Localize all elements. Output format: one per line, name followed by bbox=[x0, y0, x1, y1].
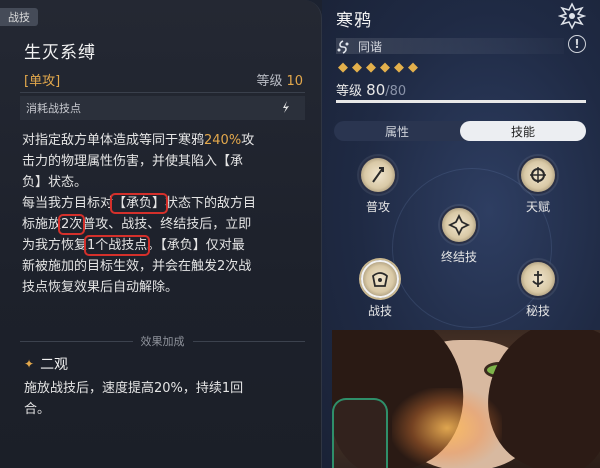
info-icon[interactable]: ! bbox=[568, 35, 586, 53]
skill-level-label: 等级 bbox=[256, 74, 283, 89]
level-label: 等级 bbox=[336, 84, 363, 99]
skill-label: 终结技 bbox=[440, 250, 477, 264]
skill-node-technique[interactable]: 秘技 bbox=[508, 260, 568, 319]
skill-detail-panel: 战技 生灭系缚 [单攻] 等级 10 消耗战技点 对指定敌方单体造成等同于寒鸦24… bbox=[0, 0, 322, 468]
desc-line: 施放战技后，速度提高20%，持续1回 bbox=[24, 381, 244, 396]
trace-heading: ✦ 二观 bbox=[24, 354, 68, 374]
level-progress-bar bbox=[336, 100, 586, 103]
path-name: 同谐 bbox=[358, 40, 383, 54]
annotation-box: 2次 bbox=[57, 214, 86, 235]
skill-cost-label: 消耗战技点 bbox=[26, 102, 81, 115]
skill-node-ultimate[interactable]: 终结技 bbox=[429, 206, 489, 265]
ultimate-icon bbox=[440, 206, 478, 244]
desc-line: 击力的物理属性伤害，并使其陷入【承 bbox=[22, 154, 244, 169]
rarity-star-icon: ◆ bbox=[380, 60, 390, 75]
skill-node-skill[interactable]: 战技 bbox=[350, 260, 410, 319]
desc-text: 普攻、战技、终结技后，立即 bbox=[82, 217, 252, 232]
basic-attack-icon bbox=[359, 156, 397, 194]
rarity-stars: ◆ ◆ ◆ ◆ ◆ ◆ bbox=[338, 60, 418, 75]
sparkle-icon: ✦ bbox=[24, 357, 35, 371]
desc-text: 。【承负】仅对最 bbox=[147, 238, 245, 253]
technique-icon bbox=[519, 260, 557, 298]
rarity-star-icon: ◆ bbox=[408, 60, 418, 75]
character-name: 寒鸦 bbox=[336, 11, 372, 31]
path-row: 同谐 bbox=[336, 38, 382, 55]
skill-name: 生灭系缚 bbox=[24, 43, 96, 63]
desc-text: 为我方恢复 bbox=[22, 238, 88, 253]
skill-label: 天赋 bbox=[525, 200, 550, 214]
level-current: 80 bbox=[366, 81, 386, 99]
skill-label: 普攻 bbox=[365, 200, 390, 214]
divider-line bbox=[192, 340, 305, 342]
desc-line: 技点恢复效果后自动解除。 bbox=[22, 280, 179, 295]
desc-text: 攻 bbox=[241, 133, 255, 148]
desc-text: 状态下的敌方目 bbox=[165, 196, 257, 211]
effect-section-title: 效果加成 bbox=[140, 335, 185, 348]
skill-node-talent[interactable]: 天赋 bbox=[508, 156, 568, 215]
character-level: 等级 80/80 bbox=[336, 80, 406, 99]
path-emblem-icon bbox=[558, 2, 586, 30]
skill-node-basic[interactable]: 普攻 bbox=[348, 156, 408, 215]
skill-description: 对指定敌方单体造成等同于寒鸦240%攻 击力的物理属性伤害，并使其陷入【承 负】… bbox=[22, 130, 308, 298]
skill-icon bbox=[361, 260, 399, 298]
skill-type-badge: [单攻] bbox=[24, 74, 61, 89]
skill-level: 等级 10 bbox=[256, 70, 303, 89]
trace-description: 施放战技后，速度提高20%，持续1回 合。 bbox=[24, 378, 304, 420]
tab-attributes[interactable]: 属性 bbox=[334, 121, 460, 141]
effect-section-divider: 效果加成 bbox=[20, 333, 305, 349]
skill-cost-row: 消耗战技点 bbox=[20, 96, 305, 120]
skill-level-value: 10 bbox=[286, 74, 303, 89]
tab-skills[interactable]: 技能 bbox=[460, 121, 586, 141]
annotation-box: 1个战技点 bbox=[84, 235, 151, 256]
divider-line bbox=[20, 340, 133, 342]
rarity-star-icon: ◆ bbox=[366, 60, 376, 75]
rarity-star-icon: ◆ bbox=[394, 60, 404, 75]
divider bbox=[20, 92, 305, 93]
trace-name: 二观 bbox=[40, 357, 69, 373]
desc-text: 对指定敌方单体造成等同于寒鸦 bbox=[22, 133, 205, 148]
rarity-star-icon: ◆ bbox=[352, 60, 362, 75]
skill-category-tag: 战技 bbox=[0, 8, 38, 26]
skill-label: 战技 bbox=[367, 304, 392, 318]
desc-text: 标施放 bbox=[22, 217, 62, 232]
rarity-star-icon: ◆ bbox=[338, 60, 348, 75]
skill-point-icon bbox=[283, 101, 289, 113]
skill-label: 秘技 bbox=[525, 304, 550, 318]
desc-text: 每当我方目标对 bbox=[22, 196, 114, 211]
harmony-icon bbox=[337, 39, 349, 54]
desc-line: 合。 bbox=[24, 402, 51, 417]
desc-line: 负】状态。 bbox=[22, 175, 88, 190]
talent-icon bbox=[519, 156, 557, 194]
level-max: /80 bbox=[385, 84, 407, 99]
annotation-box: 【承负】 bbox=[110, 193, 169, 214]
overlay-frame bbox=[332, 398, 388, 468]
panel-tabs: 属性 技能 bbox=[334, 121, 586, 141]
desc-highlight: 240% bbox=[204, 133, 242, 148]
light-glow bbox=[392, 388, 502, 468]
character-panel: 寒鸦 同谐 ! ◆ ◆ ◆ ◆ ◆ ◆ 等级 80/80 属性 技能 普攻 天赋 bbox=[322, 0, 600, 468]
desc-line: 新被施加的目标生效，并会在触发2次战 bbox=[22, 259, 252, 274]
level-progress-fill bbox=[336, 100, 586, 103]
